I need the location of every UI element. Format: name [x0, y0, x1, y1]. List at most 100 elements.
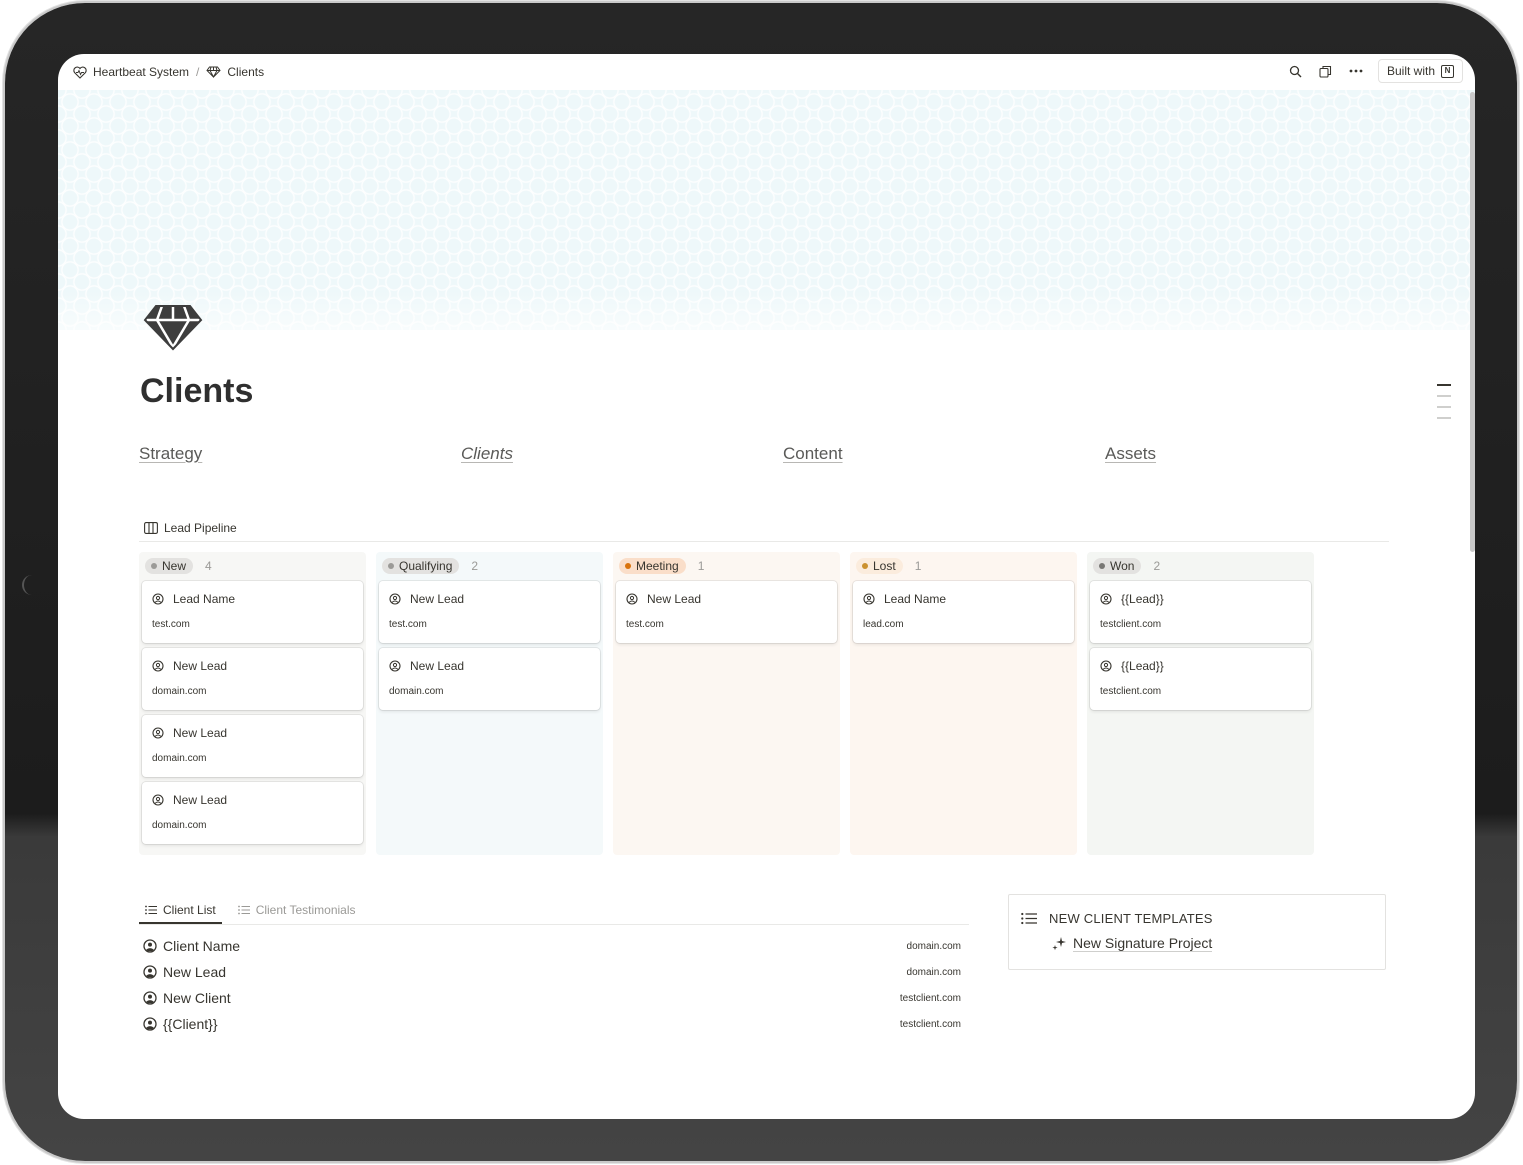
list-icon	[237, 905, 250, 915]
tab-client-list[interactable]: Client List	[139, 903, 222, 924]
duplicate-icon[interactable]	[1318, 63, 1334, 79]
card-domain: domain.com	[152, 820, 207, 831]
lead-icon	[152, 593, 164, 605]
tab-label: Client Testimonials	[255, 903, 356, 917]
card-domain: domain.com	[152, 753, 207, 764]
status-pill: New	[145, 558, 194, 574]
nav-link-strategy[interactable]: Strategy	[139, 444, 202, 464]
lead-card[interactable]: {{Lead}} testclient.com	[1090, 648, 1311, 710]
lead-card[interactable]: New Lead domain.com	[142, 715, 363, 777]
status-dot	[1099, 563, 1105, 569]
status-dot	[388, 563, 394, 569]
tab-label: Client List	[163, 903, 216, 917]
column-count: 1	[697, 559, 705, 573]
lead-card[interactable]: Lead Name lead.com	[853, 581, 1074, 643]
status-dot	[862, 563, 868, 569]
nav-link-content[interactable]: Content	[783, 444, 843, 464]
new-signature-project-button[interactable]: New Signature Project	[1051, 935, 1213, 952]
lead-card[interactable]: New Lead domain.com	[142, 648, 363, 710]
list-icon	[145, 905, 157, 915]
card-domain: testclient.com	[1100, 686, 1162, 697]
nav-link-clients[interactable]: Clients	[461, 444, 513, 464]
client-avatar-icon	[143, 965, 157, 979]
breadcrumb-separator: /	[196, 65, 200, 79]
status-label: Lost	[873, 559, 896, 573]
heartbeat-icon	[73, 66, 87, 79]
status-label: Qualifying	[399, 559, 453, 573]
client-row[interactable]: New Client testclient.com	[143, 985, 961, 1011]
lead-card[interactable]: New Lead test.com	[616, 581, 837, 643]
page-cover[interactable]	[58, 90, 1475, 330]
board-column-lost: Lost 1 Lead Name lead.com	[850, 552, 1077, 855]
card-title: New Lead	[173, 659, 228, 673]
card-title-row: New Lead	[152, 725, 353, 741]
column-header[interactable]: Won 2	[1090, 555, 1311, 577]
card-domain: domain.com	[152, 686, 207, 697]
breadcrumb-label: Clients	[227, 65, 265, 79]
breadcrumb-label: Heartbeat System	[93, 65, 190, 79]
client-name: New Client	[163, 990, 231, 1006]
card-title-row: {{Lead}}	[1100, 591, 1301, 607]
tab-client-testimonials[interactable]: Client Testimonials	[232, 903, 362, 924]
breadcrumb-item-heartbeat-system[interactable]: Heartbeat System	[73, 65, 189, 79]
column-header[interactable]: Lost 1	[853, 555, 1074, 577]
toc-marker[interactable]	[1437, 395, 1451, 397]
lead-icon	[389, 660, 401, 672]
toc-marker[interactable]	[1437, 406, 1451, 408]
lead-card[interactable]: New Lead domain.com	[379, 648, 600, 710]
tablet-frame: Heartbeat System / Clients Built with N …	[5, 3, 1517, 1161]
list-icon	[1021, 912, 1037, 925]
lead-icon	[152, 660, 164, 672]
client-domain: domain.com	[906, 940, 961, 952]
lead-card[interactable]: Lead Name test.com	[142, 581, 363, 643]
built-with-notion-button[interactable]: Built with N	[1377, 59, 1463, 83]
card-title: {{Lead}}	[1121, 659, 1164, 673]
lead-card[interactable]: {{Lead}} testclient.com	[1090, 581, 1311, 643]
lead-icon	[152, 727, 164, 739]
client-view-tabs: Client List Client Testimonials	[139, 896, 969, 925]
column-header[interactable]: New 4	[142, 555, 363, 577]
client-row[interactable]: New Lead domain.com	[143, 959, 961, 985]
client-domain: testclient.com	[899, 1018, 961, 1030]
status-label: Meeting	[636, 559, 679, 573]
column-header[interactable]: Meeting 1	[616, 555, 837, 577]
gem-icon[interactable]	[142, 303, 204, 351]
card-title: New Lead	[410, 592, 465, 606]
board-view-icon	[144, 521, 158, 534]
card-title: New Lead	[410, 659, 465, 673]
gem-icon	[206, 66, 222, 78]
nav-link-assets[interactable]: Assets	[1105, 444, 1156, 464]
templates-heading-label: NEW CLIENT TEMPLATES	[1049, 911, 1213, 926]
column-header[interactable]: Qualifying 2	[379, 555, 600, 577]
page-title: Clients	[140, 372, 254, 410]
search-icon[interactable]	[1288, 63, 1304, 79]
more-icon[interactable]	[1348, 63, 1364, 79]
vertical-scrollbar[interactable]	[1470, 92, 1475, 552]
board-view-tab[interactable]: Lead Pipeline	[164, 521, 237, 535]
toc-marker[interactable]	[1437, 384, 1451, 386]
breadcrumb-item-clients[interactable]: Clients	[206, 65, 264, 79]
card-domain: testclient.com	[1100, 619, 1162, 630]
status-pill: Lost	[856, 558, 903, 574]
lead-card[interactable]: New Lead domain.com	[142, 782, 363, 844]
card-title-row: New Lead	[389, 591, 590, 607]
column-count: 2	[471, 559, 479, 573]
lead-card[interactable]: New Lead test.com	[379, 581, 600, 643]
templates-heading: NEW CLIENT TEMPLATES	[1021, 911, 1213, 926]
client-row[interactable]: {{Client}} testclient.com	[143, 1011, 961, 1037]
card-title-row: New Lead	[152, 658, 353, 674]
client-row[interactable]: Client Name domain.com	[143, 933, 961, 959]
status-pill: Qualifying	[382, 558, 460, 574]
client-name: {{Client}}	[163, 1016, 218, 1032]
table-of-contents-minimap[interactable]	[1437, 384, 1451, 419]
lead-pipeline-header: Lead Pipeline	[139, 514, 1389, 542]
status-pill: Won	[1093, 558, 1142, 574]
top-bar: Heartbeat System / Clients Built with N	[58, 54, 1475, 90]
lead-icon	[1100, 593, 1112, 605]
card-title: New Lead	[647, 592, 702, 606]
card-domain: test.com	[626, 619, 664, 630]
client-domain: testclient.com	[899, 992, 961, 1004]
column-count: 1	[914, 559, 922, 573]
toc-marker[interactable]	[1437, 417, 1451, 419]
status-pill: Meeting	[619, 558, 686, 574]
